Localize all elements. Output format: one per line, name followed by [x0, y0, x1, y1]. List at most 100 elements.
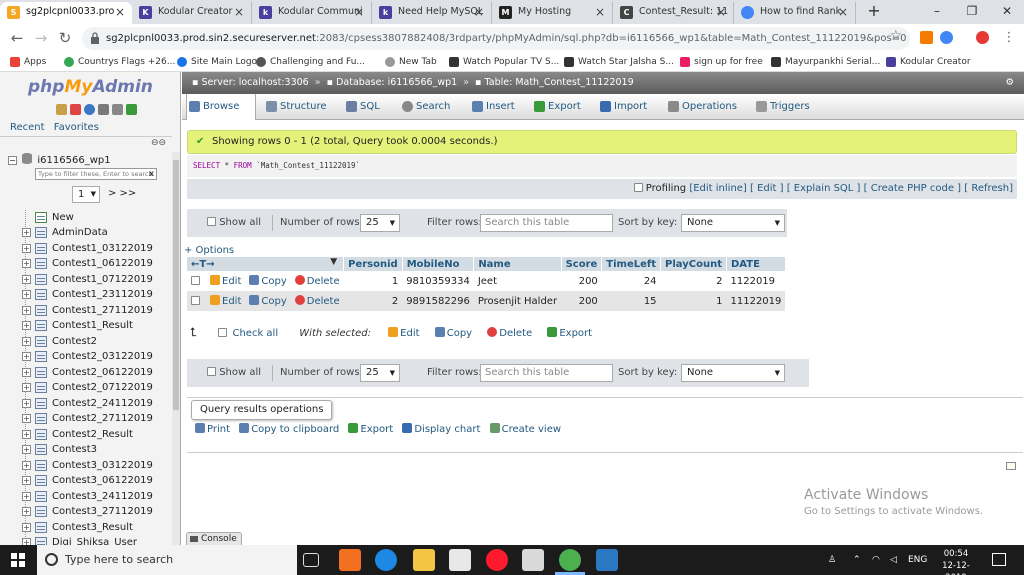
- gear-icon[interactable]: [112, 104, 123, 115]
- expand-icon[interactable]: +: [22, 476, 31, 485]
- table-cell[interactable]: 24: [601, 271, 661, 291]
- column-header-name[interactable]: Name: [473, 257, 562, 271]
- browser-tab-need-help[interactable]: k Need Help MySQL ×: [372, 2, 492, 24]
- phpmyadmin-logo[interactable]: phpMyAdmin: [28, 77, 153, 97]
- home-icon[interactable]: [56, 104, 67, 115]
- filter-rows-input[interactable]: Search this table: [480, 364, 613, 382]
- notepad-icon[interactable]: [596, 549, 618, 571]
- expand-icon[interactable]: +: [22, 290, 31, 299]
- copy-row-button[interactable]: Copy: [249, 295, 287, 307]
- tab-structure[interactable]: Structure: [264, 94, 327, 119]
- show-all-checkbox[interactable]: [207, 217, 216, 226]
- table-cell[interactable]: Prosenjit Halder: [473, 291, 562, 311]
- database-name[interactable]: i6116566_wp1: [37, 155, 110, 166]
- close-icon[interactable]: ×: [474, 2, 484, 22]
- table-cell[interactable]: 9891582296: [402, 291, 474, 311]
- expand-icon[interactable]: +: [22, 274, 31, 284]
- tab-search[interactable]: Search: [400, 94, 450, 119]
- close-icon[interactable]: ×: [716, 2, 726, 22]
- bookmark-site-main-logo[interactable]: Site Main Logo: [177, 54, 257, 70]
- tree-item-table[interactable]: + Contest2_27112019: [20, 411, 175, 426]
- table-cell[interactable]: 2: [660, 271, 727, 291]
- database-node[interactable]: − i6116566_wp1: [8, 153, 111, 167]
- table-cell[interactable]: 1: [660, 291, 727, 311]
- copy-row-button[interactable]: Copy: [249, 275, 287, 287]
- close-icon[interactable]: ×: [234, 2, 244, 22]
- expand-icon[interactable]: +: [22, 305, 31, 315]
- breadcrumb-table[interactable]: Table: Math_Contest_11122019: [485, 77, 634, 88]
- expand-icon[interactable]: +: [22, 367, 31, 377]
- table-cell[interactable]: 200: [561, 291, 602, 311]
- extension-icon[interactable]: [976, 31, 989, 44]
- bookmark-kodular[interactable]: Kodular Creator: [886, 54, 971, 70]
- tab-export[interactable]: Export: [532, 94, 581, 119]
- extension-icon[interactable]: [940, 31, 953, 44]
- expand-icon[interactable]: +: [22, 259, 31, 268]
- tree-item-table[interactable]: + Contest1_03122019: [20, 241, 175, 256]
- tree-item-table[interactable]: + Digi_Shiksa_User: [20, 535, 175, 545]
- edit-row-button[interactable]: Edit: [210, 295, 241, 307]
- tab-import[interactable]: Import: [598, 94, 647, 119]
- new-tab-plus-icon[interactable]: +: [864, 2, 884, 22]
- people-icon[interactable]: ♙: [828, 545, 836, 575]
- notifications-icon[interactable]: [992, 553, 1006, 566]
- show-all-bottom[interactable]: Show all: [207, 359, 261, 387]
- table-cell[interactable]: 1122019: [726, 271, 786, 291]
- bookmark-star-icon[interactable]: ☆: [889, 28, 902, 44]
- tree-item-new[interactable]: New: [20, 210, 175, 225]
- back-arrow-icon[interactable]: ←: [8, 29, 26, 47]
- bulk-copy-button[interactable]: Copy: [434, 327, 472, 339]
- bookmark-mayurpankhi[interactable]: Mayurpankhi Serial...: [771, 54, 880, 70]
- tree-item-table[interactable]: + Contest3_27112019: [20, 504, 175, 519]
- help-icon[interactable]: [84, 104, 95, 115]
- sort-key-select[interactable]: None ▼: [681, 364, 785, 382]
- chrome-icon[interactable]: [559, 549, 581, 571]
- tree-item-table[interactable]: + Contest3_Result: [20, 520, 175, 535]
- page-select[interactable]: 1 ▼: [72, 186, 100, 203]
- copy-to-clipboard-button[interactable]: Copy to clipboard: [239, 423, 339, 435]
- expand-icon[interactable]: +: [22, 445, 31, 454]
- breadcrumb-server[interactable]: Server: localhost:3306: [201, 77, 308, 88]
- create-view-button[interactable]: Create view: [489, 423, 561, 435]
- browser-tab-kodular-community[interactable]: k Kodular Communi ×: [252, 2, 372, 24]
- browser-tab-my-hosting[interactable]: M My Hosting ×: [492, 2, 613, 24]
- tree-item-table[interactable]: + Contest2: [20, 334, 175, 349]
- bookmark-sign-up[interactable]: sign up for free: [680, 54, 763, 70]
- column-header-timeleft[interactable]: TimeLeft: [601, 257, 662, 271]
- tab-browse[interactable]: Browse: [186, 94, 256, 120]
- bookmark-apps[interactable]: Apps: [10, 54, 46, 70]
- nav-scrollbar[interactable]: [172, 152, 180, 545]
- tree-item-table[interactable]: + Contest2_03122019: [20, 349, 175, 364]
- restore-icon[interactable]: ❐: [955, 0, 989, 22]
- tab-insert[interactable]: Insert: [470, 94, 515, 119]
- expand-icon[interactable]: +: [22, 491, 31, 501]
- expand-icon[interactable]: +: [22, 243, 31, 253]
- expand-icon[interactable]: +: [22, 522, 31, 532]
- close-icon[interactable]: ×: [595, 2, 605, 22]
- console-toggle[interactable]: Console: [186, 532, 242, 545]
- tree-item-table[interactable]: + Contest3_03122019: [20, 458, 175, 473]
- url-omnibox[interactable]: sg2plcpnl0033.prod.sin2.secureserver.net…: [82, 27, 910, 50]
- bulk-edit-button[interactable]: Edit: [388, 327, 420, 339]
- tree-item-table[interactable]: + Contest1_07122019: [20, 272, 175, 287]
- system-clock[interactable]: 00:54 12-12-2019: [934, 548, 978, 575]
- wifi-icon[interactable]: ◠: [872, 545, 880, 575]
- tree-item-table[interactable]: + Contest1_06122019: [20, 256, 175, 271]
- expand-icon[interactable]: +: [22, 352, 31, 361]
- expand-icon[interactable]: +: [22, 321, 31, 330]
- tree-item-table[interactable]: + Contest1_23112019: [20, 287, 175, 302]
- sort-triangle-icon[interactable]: ▼: [330, 257, 337, 267]
- browser-tab-contest-result[interactable]: C Contest_Result: 11 ×: [613, 2, 734, 24]
- tab-operations[interactable]: Operations: [666, 94, 737, 119]
- next-page-link[interactable]: > >>: [108, 188, 136, 199]
- docs-icon[interactable]: [98, 104, 109, 115]
- browser-tab-find-rank[interactable]: How to find Rank ×: [734, 2, 856, 24]
- query-action-links[interactable]: [Edit inline] [ Edit ] [ Explain SQL ] […: [689, 183, 1013, 194]
- browser-tab-phpmyadmin[interactable]: S sg2plcpnl0033.pro ×: [0, 2, 132, 24]
- tree-item-table[interactable]: + Contest1_Result: [20, 318, 175, 333]
- minimize-icon[interactable]: –: [920, 0, 954, 22]
- bookmark-star-jalsha[interactable]: Watch Star Jalsha S...: [564, 54, 674, 70]
- options-toggle[interactable]: + Options: [184, 245, 234, 256]
- table-cell[interactable]: 11122019: [726, 291, 786, 311]
- table-cell[interactable]: 200: [561, 271, 602, 291]
